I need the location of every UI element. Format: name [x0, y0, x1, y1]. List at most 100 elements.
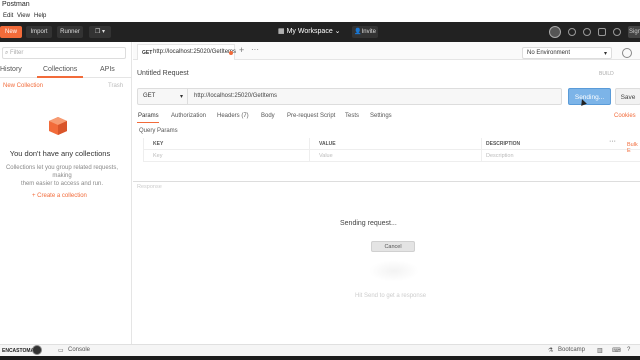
tab-method: GET: [142, 50, 153, 56]
menu-help[interactable]: Help: [34, 13, 46, 19]
menu-bar: Edit View Help: [0, 12, 640, 22]
value-input[interactable]: Value: [319, 153, 333, 159]
bell-icon[interactable]: [598, 28, 606, 36]
column-key: KEY: [153, 141, 164, 147]
console-icon[interactable]: ▭: [58, 347, 64, 354]
table-divider: [481, 138, 482, 162]
workspace-selector[interactable]: ▦ My Workspace ⌄: [278, 26, 341, 38]
two-pane-icon[interactable]: ▥: [597, 347, 603, 354]
rocket-illustration-icon: [369, 260, 419, 282]
empty-collections-subtitle: Collections let you group related reques…: [0, 164, 124, 188]
workspace-grid-icon: ▦: [278, 28, 287, 35]
request-options-tabs: Params Authorization Headers (7) Body Pr…: [133, 111, 640, 123]
request-title[interactable]: Untitled Request: [137, 70, 189, 77]
bulk-edit-link[interactable]: Bulk E: [627, 142, 640, 154]
url-input[interactable]: http://localhost:25020/GetItems: [194, 93, 277, 99]
tab-apis[interactable]: APIs: [100, 66, 115, 73]
window-titlebar: Postman: [0, 0, 640, 12]
tab-history[interactable]: History: [0, 66, 22, 73]
add-tab-icon[interactable]: +: [239, 45, 244, 55]
empty-collections-title: You don't have any collections: [9, 149, 111, 158]
create-collection-link[interactable]: + Create a collection: [32, 193, 87, 199]
collection-box-icon: [49, 117, 67, 135]
unsaved-dot-icon: [229, 51, 233, 55]
response-hint: Hit Send to get a response: [355, 293, 427, 299]
invite-label: Invite: [361, 29, 376, 35]
cancel-button[interactable]: Cancel: [371, 241, 415, 252]
invite-user-icon: 👤: [354, 29, 362, 35]
tab-authorization[interactable]: Authorization: [171, 113, 206, 119]
active-tab-indicator: [137, 122, 159, 123]
empty-sub-line-2: them easier to access and run.: [20, 181, 104, 187]
heart-icon[interactable]: [613, 28, 621, 36]
sign-in-button[interactable]: Sign: [628, 26, 640, 38]
query-params-table: KEY VALUE DESCRIPTION ··· Key Value Desc…: [143, 138, 640, 166]
chevron-down-icon: ⌄: [332, 28, 341, 35]
menu-edit[interactable]: Edit: [3, 13, 13, 19]
runner-button[interactable]: Runner: [57, 26, 83, 38]
tab-headers[interactable]: Headers (7): [217, 113, 249, 119]
active-tab-indicator: [37, 76, 83, 78]
sidebar: ⌕ Filter History Collections APIs New Co…: [0, 42, 132, 346]
table-row: Key Value Description: [143, 150, 640, 162]
help-icon[interactable]: ?: [627, 347, 630, 353]
table-divider: [143, 138, 144, 162]
table-divider: [309, 138, 310, 162]
column-value: VALUE: [319, 141, 336, 147]
invite-button[interactable]: 👤Invite: [352, 26, 378, 38]
more-options-icon[interactable]: ···: [609, 138, 616, 145]
filter-placeholder: Filter: [10, 50, 24, 56]
gear-icon[interactable]: [583, 28, 591, 36]
tab-settings[interactable]: Settings: [370, 113, 392, 119]
save-button[interactable]: Save: [615, 88, 640, 105]
import-button[interactable]: Import: [26, 26, 52, 38]
workspace-label: My Workspace: [286, 28, 333, 35]
satellite-icon[interactable]: [568, 28, 576, 36]
tab-params[interactable]: Params: [138, 113, 159, 119]
cookies-link[interactable]: Cookies: [614, 113, 636, 119]
more-tabs-icon[interactable]: ···: [251, 45, 259, 54]
new-button[interactable]: New: [0, 26, 22, 38]
response-divider[interactable]: [133, 181, 640, 182]
build-label: BUILD: [599, 71, 614, 77]
sync-icon[interactable]: [549, 26, 561, 38]
status-bar: ENCASTOMATIC ▭ Console ⚗ Bootcamp ▥ ⌨ ?: [0, 344, 640, 356]
send-button[interactable]: Sending...: [568, 88, 611, 105]
top-toolbar: New Import Runner ❐ ▾ ▦ My Workspace ⌄ 👤…: [0, 22, 640, 42]
url-bar: GET ▾ http://localhost:25020/GetItems: [137, 88, 562, 105]
chevron-down-icon: ▾: [603, 51, 607, 57]
column-description: DESCRIPTION: [486, 141, 521, 147]
console-button[interactable]: Console: [68, 347, 90, 353]
main-panel: GET http://localhost:25020/GetItems + ··…: [133, 42, 640, 346]
sending-status: Sending request...: [340, 220, 397, 227]
environment-label: No Environment: [527, 50, 571, 56]
chevron-down-icon: ▾: [180, 94, 184, 100]
bootcamp-icon[interactable]: ⚗: [548, 347, 553, 354]
shortcuts-icon[interactable]: ⌨: [612, 347, 621, 354]
tab-collections[interactable]: Collections: [43, 66, 77, 73]
filter-input[interactable]: ⌕ Filter: [2, 47, 126, 59]
watermark-logo-icon: [32, 345, 42, 355]
method-select[interactable]: GET ▾: [138, 89, 188, 104]
menu-view[interactable]: View: [17, 13, 30, 19]
tab-tests[interactable]: Tests: [345, 113, 359, 119]
eye-icon[interactable]: [622, 48, 632, 58]
tab-body[interactable]: Body: [261, 113, 275, 119]
sidebar-tabs: History Collections APIs: [0, 64, 132, 78]
request-tab[interactable]: GET http://localhost:25020/GetItems: [137, 44, 237, 60]
new-window-button[interactable]: ❐ ▾: [89, 26, 111, 38]
bootcamp-button[interactable]: Bootcamp: [558, 347, 585, 353]
tab-pre-request-script[interactable]: Pre-request Script: [287, 113, 335, 119]
description-input[interactable]: Description: [486, 153, 514, 159]
empty-sub-line-1: Collections let you group related reques…: [5, 165, 119, 179]
new-collection-link[interactable]: New Collection: [3, 83, 43, 89]
search-icon: ⌕: [5, 50, 9, 56]
window-title: Postman: [2, 1, 30, 8]
tab-url: http://localhost:25020/GetItems: [153, 49, 237, 55]
response-label: Response: [137, 184, 162, 190]
trash-link[interactable]: Trash: [108, 83, 123, 89]
taskbar: [0, 356, 640, 360]
environment-select[interactable]: No Environment ▾: [522, 47, 612, 59]
query-params-label: Query Params: [139, 128, 178, 134]
key-input[interactable]: Key: [153, 153, 162, 159]
